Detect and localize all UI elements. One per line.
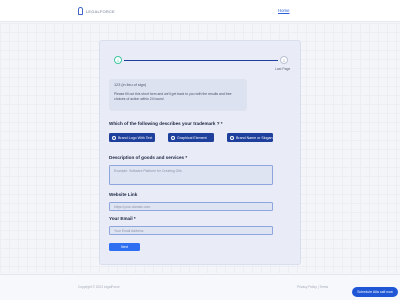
website-input[interactable]: https://your-domain.com — [109, 202, 273, 211]
home-link[interactable]: Home — [278, 8, 289, 13]
logo-icon — [78, 7, 83, 15]
radio-icon — [112, 135, 116, 140]
radio-icon — [230, 135, 234, 140]
info-title: 123 (in lieu of sign) — [114, 83, 147, 87]
website-label: Website Link — [109, 192, 138, 197]
trademark-question: Which of the following describes your tr… — [109, 121, 223, 126]
footer: Copyright © 2023 LegalForce Privacy Poli… — [0, 274, 400, 300]
form-card: 1 2 Last Page 123 (in lieu of sign) Plea… — [99, 40, 301, 265]
option-brand-name-or-slogan[interactable]: Brand Name or Slogan — [227, 133, 273, 142]
logo-text: LEGALFORCE — [86, 8, 115, 14]
email-input[interactable]: Your Email Address — [109, 226, 273, 235]
logo[interactable]: LEGALFORCE — [78, 7, 115, 15]
step-progress-line — [124, 59, 278, 61]
info-box: 123 (in lieu of sign) Please fill out th… — [109, 79, 247, 111]
option-graphical-element[interactable]: Graphical Element — [168, 133, 214, 142]
info-body: Please fill out this short form and we'l… — [114, 92, 232, 101]
next-button[interactable]: Next — [109, 243, 140, 251]
step-2-indicator: 2 — [280, 56, 288, 64]
radio-icon — [171, 135, 175, 140]
top-navbar: LEGALFORCE Home — [0, 0, 400, 22]
last-page-label: Last Page — [275, 67, 291, 71]
option-brand-logo-with-text[interactable]: Brand Logo With Text — [109, 133, 155, 142]
email-label: Your Email * — [109, 216, 136, 221]
step-1-indicator: 1 — [114, 56, 122, 64]
description-textarea[interactable]: Example: Software Platform for Creating … — [109, 165, 273, 185]
footer-links[interactable]: Privacy Policy | Terms — [297, 285, 328, 289]
schedule-call-button[interactable]: Schedule Aila call now — [352, 287, 398, 297]
description-label: Description of goods and services * — [109, 155, 188, 160]
footer-copyright: Copyright © 2023 LegalForce — [78, 285, 120, 289]
